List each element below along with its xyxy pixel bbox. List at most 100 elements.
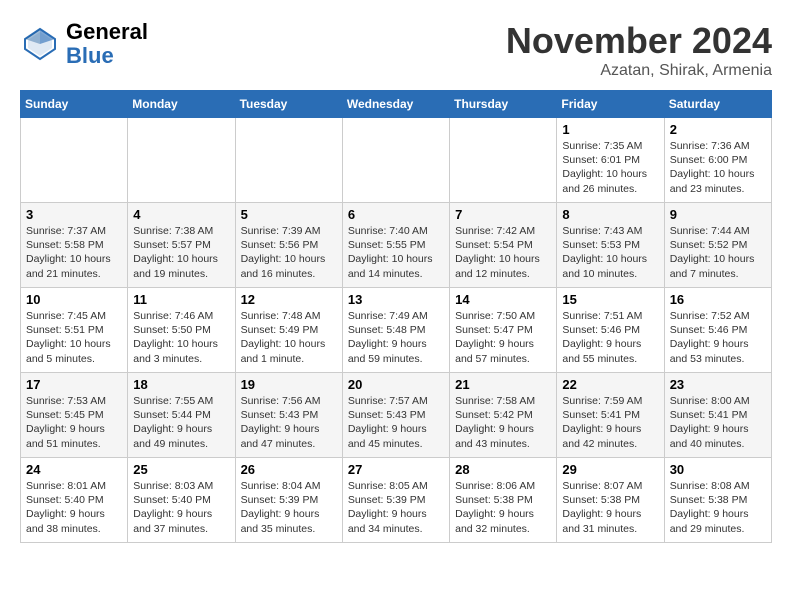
day-info: Sunrise: 7:43 AM Sunset: 5:53 PM Dayligh… — [562, 224, 658, 281]
day-number: 1 — [562, 122, 658, 137]
calendar-cell: 20Sunrise: 7:57 AM Sunset: 5:43 PM Dayli… — [342, 373, 449, 458]
calendar-cell: 26 Sunrise: 8:04 AM Sunset: 5:39 PM Dayli… — [235, 458, 342, 543]
day-number: 28 — [455, 462, 551, 477]
calendar-cell: 3Sunrise: 7:37 AM Sunset: 5:58 PM Daylig… — [21, 203, 128, 288]
day-number: 23 — [670, 377, 766, 392]
calendar-cell — [21, 118, 128, 203]
day-info: Sunrise: 8:06 AM Sunset: 5:38 PM Dayligh… — [455, 479, 551, 536]
calendar-cell: 12 Sunrise: 7:48 AM Sunset: 5:49 PM Dayli… — [235, 288, 342, 373]
day-number: 26 — [241, 462, 337, 477]
day-number: 29 — [562, 462, 658, 477]
calendar-cell: 29 Sunrise: 8:07 AM Sunset: 5:38 PM Dayli… — [557, 458, 664, 543]
day-info: Sunrise: 7:55 AM Sunset: 5:44 PM Dayligh… — [133, 394, 229, 451]
day-number: 13 — [348, 292, 444, 307]
location: Azatan, Shirak, Armenia — [506, 62, 772, 80]
calendar-cell: 17 Sunrise: 7:53 AM Sunset: 5:45 PM Dayli… — [21, 373, 128, 458]
calendar-header-row: SundayMondayTuesdayWednesdayThursdayFrid… — [21, 91, 772, 118]
day-number: 8 — [562, 207, 658, 222]
day-info: Sunrise: 8:03 AM Sunset: 5:40 PM Dayligh… — [133, 479, 229, 536]
calendar-cell: 7Sunrise: 7:42 AM Sunset: 5:54 PM Daylig… — [450, 203, 557, 288]
day-number: 15 — [562, 292, 658, 307]
calendar-cell: 22 Sunrise: 7:59 AM Sunset: 5:41 PM Dayli… — [557, 373, 664, 458]
calendar-cell: 5 Sunrise: 7:39 AM Sunset: 5:56 PM Daylig… — [235, 203, 342, 288]
calendar-cell: 16 Sunrise: 7:52 AM Sunset: 5:46 PM Dayli… — [664, 288, 771, 373]
day-info: Sunrise: 7:35 AM Sunset: 6:01 PM Dayligh… — [562, 139, 658, 196]
calendar-day-header: Tuesday — [235, 91, 342, 118]
day-info: Sunrise: 7:39 AM Sunset: 5:56 PM Dayligh… — [241, 224, 337, 281]
calendar-cell: 18 Sunrise: 7:55 AM Sunset: 5:44 PM Dayli… — [128, 373, 235, 458]
calendar-day-header: Monday — [128, 91, 235, 118]
calendar-day-header: Thursday — [450, 91, 557, 118]
day-info: Sunrise: 7:44 AM Sunset: 5:52 PM Dayligh… — [670, 224, 766, 281]
day-info: Sunrise: 7:53 AM Sunset: 5:45 PM Dayligh… — [26, 394, 122, 451]
calendar-cell — [342, 118, 449, 203]
day-info: Sunrise: 7:52 AM Sunset: 5:46 PM Dayligh… — [670, 309, 766, 366]
day-number: 9 — [670, 207, 766, 222]
calendar-week-row: 24 Sunrise: 8:01 AM Sunset: 5:40 PM Dayli… — [21, 458, 772, 543]
day-number: 21 — [455, 377, 551, 392]
calendar-cell: 9 Sunrise: 7:44 AM Sunset: 5:52 PM Daylig… — [664, 203, 771, 288]
calendar-week-row: 17 Sunrise: 7:53 AM Sunset: 5:45 PM Dayli… — [21, 373, 772, 458]
title-block: November 2024 Azatan, Shirak, Armenia — [506, 20, 772, 80]
day-info: Sunrise: 7:58 AM Sunset: 5:42 PM Dayligh… — [455, 394, 551, 451]
day-info: Sunrise: 7:50 AM Sunset: 5:47 PM Dayligh… — [455, 309, 551, 366]
calendar-day-header: Sunday — [21, 91, 128, 118]
calendar-week-row: 3Sunrise: 7:37 AM Sunset: 5:58 PM Daylig… — [21, 203, 772, 288]
day-info: Sunrise: 7:48 AM Sunset: 5:49 PM Dayligh… — [241, 309, 337, 366]
calendar-cell: 21 Sunrise: 7:58 AM Sunset: 5:42 PM Dayli… — [450, 373, 557, 458]
calendar-cell: 10 Sunrise: 7:45 AM Sunset: 5:51 PM Dayli… — [21, 288, 128, 373]
day-info: Sunrise: 7:56 AM Sunset: 5:43 PM Dayligh… — [241, 394, 337, 451]
day-info: Sunrise: 7:40 AM Sunset: 5:55 PM Dayligh… — [348, 224, 444, 281]
day-number: 12 — [241, 292, 337, 307]
calendar-cell: 4 Sunrise: 7:38 AM Sunset: 5:57 PM Daylig… — [128, 203, 235, 288]
calendar-cell — [128, 118, 235, 203]
day-number: 16 — [670, 292, 766, 307]
day-number: 18 — [133, 377, 229, 392]
calendar-week-row: 10 Sunrise: 7:45 AM Sunset: 5:51 PM Dayli… — [21, 288, 772, 373]
day-info: Sunrise: 7:49 AM Sunset: 5:48 PM Dayligh… — [348, 309, 444, 366]
day-info: Sunrise: 8:01 AM Sunset: 5:40 PM Dayligh… — [26, 479, 122, 536]
day-number: 27 — [348, 462, 444, 477]
day-info: Sunrise: 8:08 AM Sunset: 5:38 PM Dayligh… — [670, 479, 766, 536]
calendar-cell: 11 Sunrise: 7:46 AM Sunset: 5:50 PM Dayli… — [128, 288, 235, 373]
day-info: Sunrise: 7:38 AM Sunset: 5:57 PM Dayligh… — [133, 224, 229, 281]
day-number: 6 — [348, 207, 444, 222]
calendar-cell: 27 Sunrise: 8:05 AM Sunset: 5:39 PM Dayli… — [342, 458, 449, 543]
calendar-cell: 1 Sunrise: 7:35 AM Sunset: 6:01 PM Daylig… — [557, 118, 664, 203]
calendar-cell: 8 Sunrise: 7:43 AM Sunset: 5:53 PM Daylig… — [557, 203, 664, 288]
day-number: 11 — [133, 292, 229, 307]
day-info: Sunrise: 8:00 AM Sunset: 5:41 PM Dayligh… — [670, 394, 766, 451]
day-info: Sunrise: 7:57 AM Sunset: 5:43 PM Dayligh… — [348, 394, 444, 451]
day-info: Sunrise: 7:36 AM Sunset: 6:00 PM Dayligh… — [670, 139, 766, 196]
day-number: 14 — [455, 292, 551, 307]
day-number: 4 — [133, 207, 229, 222]
day-number: 2 — [670, 122, 766, 137]
calendar-week-row: 1 Sunrise: 7:35 AM Sunset: 6:01 PM Daylig… — [21, 118, 772, 203]
day-number: 17 — [26, 377, 122, 392]
day-info: Sunrise: 7:46 AM Sunset: 5:50 PM Dayligh… — [133, 309, 229, 366]
calendar-cell: 13 Sunrise: 7:49 AM Sunset: 5:48 PM Dayli… — [342, 288, 449, 373]
calendar-cell — [450, 118, 557, 203]
logo-icon — [20, 24, 60, 64]
day-info: Sunrise: 7:59 AM Sunset: 5:41 PM Dayligh… — [562, 394, 658, 451]
day-info: Sunrise: 7:51 AM Sunset: 5:46 PM Dayligh… — [562, 309, 658, 366]
day-info: Sunrise: 8:04 AM Sunset: 5:39 PM Dayligh… — [241, 479, 337, 536]
calendar-cell: 2 Sunrise: 7:36 AM Sunset: 6:00 PM Daylig… — [664, 118, 771, 203]
calendar-cell — [235, 118, 342, 203]
day-number: 10 — [26, 292, 122, 307]
day-number: 22 — [562, 377, 658, 392]
calendar-cell: 23 Sunrise: 8:00 AM Sunset: 5:41 PM Dayli… — [664, 373, 771, 458]
month-title: November 2024 — [506, 20, 772, 62]
calendar-day-header: Saturday — [664, 91, 771, 118]
calendar-cell: 19Sunrise: 7:56 AM Sunset: 5:43 PM Dayli… — [235, 373, 342, 458]
day-number: 30 — [670, 462, 766, 477]
day-info: Sunrise: 7:42 AM Sunset: 5:54 PM Dayligh… — [455, 224, 551, 281]
calendar-cell: 14 Sunrise: 7:50 AM Sunset: 5:47 PM Dayli… — [450, 288, 557, 373]
calendar-day-header: Friday — [557, 91, 664, 118]
day-info: Sunrise: 7:45 AM Sunset: 5:51 PM Dayligh… — [26, 309, 122, 366]
day-info: Sunrise: 8:07 AM Sunset: 5:38 PM Dayligh… — [562, 479, 658, 536]
day-number: 5 — [241, 207, 337, 222]
calendar-cell: 24 Sunrise: 8:01 AM Sunset: 5:40 PM Dayli… — [21, 458, 128, 543]
day-number: 24 — [26, 462, 122, 477]
day-info: Sunrise: 8:05 AM Sunset: 5:39 PM Dayligh… — [348, 479, 444, 536]
